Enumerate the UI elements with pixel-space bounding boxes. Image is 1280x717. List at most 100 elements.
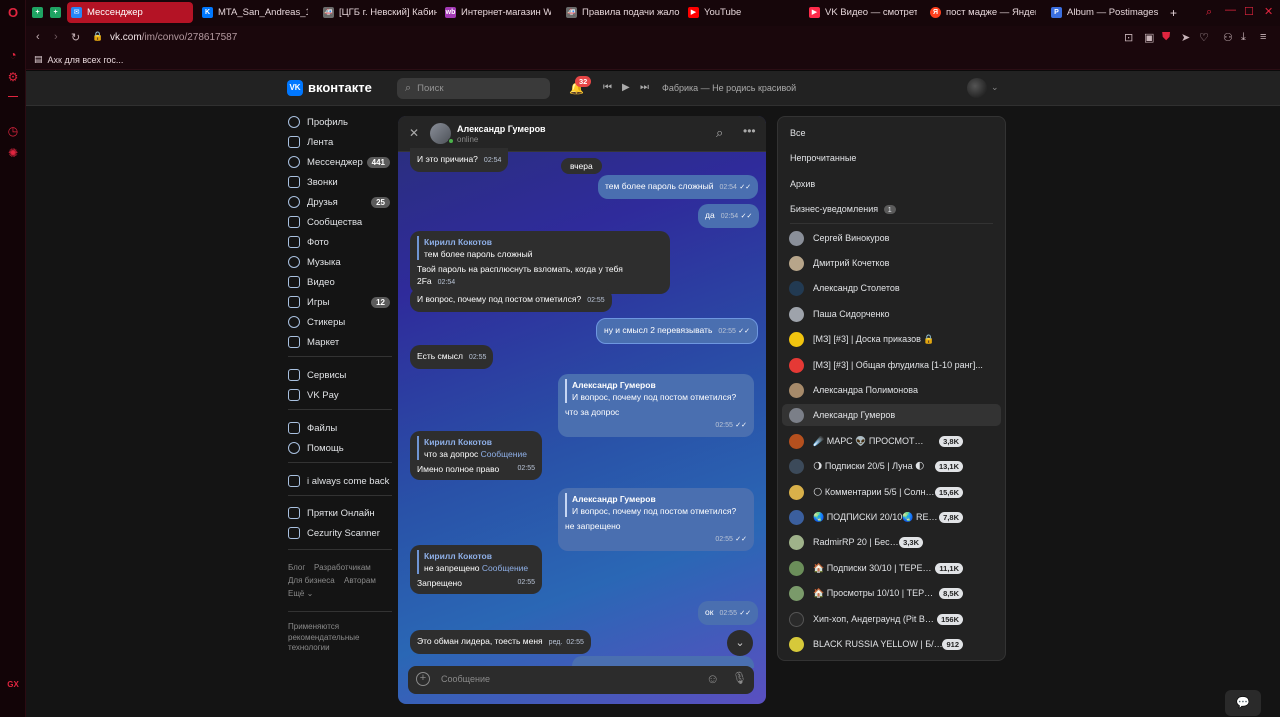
nav-photos[interactable]: Фото — [288, 233, 392, 251]
message-bubble[interactable]: И это причина? 02:54 — [410, 148, 509, 172]
nav-video[interactable]: Видео — [288, 273, 392, 291]
search-tabs-icon[interactable]: ⌕ — [1206, 6, 1212, 19]
scroll-down-button[interactable]: ⌄ — [727, 630, 753, 656]
conversation-item[interactable]: 🏠 Просмотры 10/10 | ТЕРЕМО...8,5K — [782, 582, 1001, 604]
tab-wildberries[interactable]: wbИнтернет-магазин Wild — [441, 2, 551, 23]
back-icon[interactable]: ‹ — [36, 31, 40, 43]
search-icon[interactable]: ⌕ — [716, 125, 723, 141]
message-bubble[interactable]: Александр Гумеров И вопрос, почему под по… — [558, 488, 754, 551]
nav-stickers[interactable]: Стикеры — [288, 313, 392, 331]
nav-communities[interactable]: Сообщества — [288, 213, 392, 231]
filter-unread[interactable]: Непрочитанные — [790, 153, 856, 163]
tab-postimages[interactable]: P Album — Postimages — [1047, 2, 1163, 23]
account-icon[interactable]: ⚇ — [1223, 31, 1233, 44]
message-bubble[interactable]: ну и смысл 2 перевязывать 02:55 ✓✓ — [596, 318, 759, 344]
reply-link[interactable]: Сообщение — [482, 563, 528, 573]
footer-authors[interactable]: Авторам — [344, 576, 376, 585]
menu-icon[interactable]: ≡ — [1260, 31, 1266, 43]
tab-messenger[interactable]: ✉ Мессенджер — [67, 2, 193, 23]
attach-icon[interactable]: + — [416, 672, 430, 686]
message-bubble[interactable]: Кирилл Кокотов не запрещено Сообщение Зап… — [410, 545, 542, 594]
forward-icon[interactable]: › — [54, 31, 58, 43]
conversation-item[interactable]: RadmirRP 20 | Беседа 3,3K — [782, 531, 1001, 553]
conversation-item[interactable]: [МЗ] [#3] | Общая флудилка [1-10 ранг]..… — [782, 354, 1001, 376]
nav-music[interactable]: Музыка — [288, 253, 392, 271]
microphone-icon[interactable]: 🎙 — [732, 671, 747, 685]
message-bubble[interactable]: Александр Гумеров И вопрос, почему под по… — [558, 374, 754, 437]
chevron-down-icon[interactable]: ⌄ — [991, 82, 999, 93]
nav-app-hide-seek[interactable]: Прятки Онлайн — [288, 504, 392, 522]
nav-games[interactable]: Игры 12 — [288, 293, 392, 311]
snapshot-icon[interactable]: ▣ — [1144, 31, 1154, 44]
opera-logo-icon[interactable]: O — [6, 6, 20, 20]
conversation-item-selected[interactable]: Александр Гумеров — [782, 404, 1001, 426]
search-input[interactable]: ⌕ Поиск — [397, 78, 550, 99]
conversation-item[interactable]: Паша Сидорченко — [782, 303, 1001, 325]
message-bubble[interactable]: ок 02:55 ✓✓ — [698, 601, 759, 625]
message-bubble[interactable]: Кирилл Кокотов тем более пароль сложный Т… — [410, 231, 670, 294]
tab-mta[interactable]: KMTA_San_Andreas_18_0 — [198, 2, 308, 23]
conversation-item[interactable]: Александр Столетов — [782, 277, 1001, 299]
play-icon[interactable]: ▶ — [622, 82, 630, 93]
new-tab-button[interactable]: + — [1166, 2, 1182, 23]
conversation-item[interactable]: BLACK RUSSIA YELLOW | Б/У Ры...912 — [782, 633, 1001, 655]
settings-icon[interactable]: ✺ — [6, 146, 20, 160]
shield-icon[interactable]: ⛊ — [1162, 31, 1170, 44]
tab-rules[interactable]: 🚑 Правила подачи жалоб — [562, 2, 680, 23]
tab-vk-video[interactable]: ▶ VK Видео — смотреть — [805, 2, 917, 23]
url-field[interactable]: vk.com/im/convo/278617587 — [110, 32, 237, 43]
reply-quote[interactable]: Александр Гумеров И вопрос, почему под по… — [565, 493, 747, 517]
footer-more[interactable]: Ещё ⌄ — [288, 589, 313, 598]
nav-friends[interactable]: Друзья 25 — [288, 193, 392, 211]
speed-dial-icon[interactable]: ◔ — [6, 48, 20, 62]
vk-logo-text[interactable]: вконтакте — [308, 80, 372, 95]
reply-quote[interactable]: Кирилл Кокотов тем более пароль сложный — [417, 236, 663, 260]
nav-profile[interactable]: Профиль — [288, 113, 392, 131]
download-icon[interactable]: ⤓ — [1241, 31, 1246, 44]
conversation-item[interactable]: Александра Полимонова — [782, 379, 1001, 401]
heart-icon[interactable]: ♡ — [1199, 31, 1209, 44]
maximize-icon[interactable]: ☐ — [1244, 5, 1254, 18]
more-icon[interactable]: ••• — [743, 124, 756, 138]
nav-community-link[interactable]: i always come back — [288, 472, 392, 490]
nav-services[interactable]: Сервисы — [288, 366, 392, 384]
footer-developers[interactable]: Разработчикам — [314, 563, 371, 572]
reply-link[interactable]: Сообщение — [481, 449, 527, 459]
bookmark-item[interactable]: ▤ Ахк для всех гос... — [34, 54, 123, 65]
conversation-item[interactable]: 🏠 Подписки 30/10 | ТЕРЕМОК...11,1K — [782, 557, 1001, 579]
footer-recommendations[interactable]: Применяются рекомендательные технологии — [288, 622, 376, 654]
vk-logo-icon[interactable]: VK — [287, 80, 303, 96]
message-bubble[interactable]: да 02:54 ✓✓ — [698, 204, 760, 228]
reply-quote[interactable]: Кирилл Кокотов не запрещено Сообщение — [417, 550, 535, 574]
tab-yandex[interactable]: Япост мадже — Яндекс — [926, 2, 1036, 23]
filter-business[interactable]: Бизнес-уведомления 1 — [790, 204, 896, 214]
conversation-item[interactable]: 🌕 Комментарии 5/5 | Солнце ... 15,6K — [782, 481, 1001, 503]
footer-business[interactable]: Для бизнеса — [288, 576, 335, 585]
nav-calls[interactable]: Звонки — [288, 173, 392, 191]
conversation-item[interactable]: 🌖 Подписки 20/5 | Луна 🌓 13,1K — [782, 455, 1001, 477]
reply-quote[interactable]: Кирилл Кокотов что за допрос Сообщение — [417, 436, 535, 460]
avatar[interactable] — [967, 78, 987, 98]
conversation-item[interactable]: ☄️ МАРС 👽 ПРОСМОТРЫ 5/5 3,8K — [782, 430, 1001, 452]
conversation-item[interactable]: Хип-хоп, Андеграунд (Pit Bull - ... 156K — [782, 608, 1001, 630]
nav-market[interactable]: Маркет — [288, 333, 392, 351]
nav-app-cezurity[interactable]: Cezurity Scanner — [288, 524, 392, 542]
message-bubble[interactable]: Есть смысл 02:55 — [410, 345, 494, 369]
message-input[interactable]: Сообщение — [441, 674, 490, 684]
prev-track-icon[interactable]: ⏮ — [603, 82, 612, 93]
minimize-icon[interactable]: — — [1225, 4, 1236, 16]
nav-help[interactable]: Помощь — [288, 439, 392, 457]
history-icon[interactable]: ◷ — [6, 124, 20, 138]
reload-icon[interactable]: ↻ — [71, 31, 80, 44]
close-window-icon[interactable]: ✕ — [1264, 5, 1273, 18]
conversation-item[interactable]: [МЗ] [#3] | Доска приказов 🔒 — [782, 328, 1001, 350]
close-icon[interactable]: ✕ — [409, 126, 419, 140]
emoji-icon[interactable]: ☺ — [706, 671, 719, 686]
message-bubble[interactable]: Это обман лидера, тоесть меня ред. 02:55 — [410, 630, 591, 654]
chat-title[interactable]: Александр Гумеров — [457, 124, 546, 134]
nav-feed[interactable]: Лента — [288, 133, 392, 151]
current-track[interactable]: Фабрика — Не родись красивой — [662, 83, 796, 93]
message-bubble[interactable]: Кирилл Кокотов что за допрос Сообщение Им… — [410, 431, 542, 480]
gx-control-icon[interactable]: ⚙ — [6, 70, 20, 84]
nav-files[interactable]: Файлы — [288, 419, 392, 437]
